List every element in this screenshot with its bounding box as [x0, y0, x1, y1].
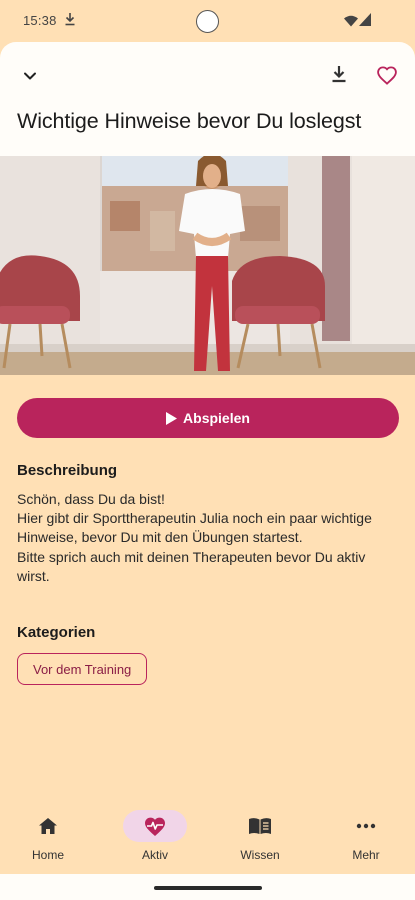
nav-item-aktiv[interactable]: Aktiv	[115, 804, 195, 874]
category-chip[interactable]: Vor dem Training	[17, 653, 148, 685]
nav-label-home: Home	[31, 848, 64, 862]
collapse-button[interactable]	[18, 64, 42, 88]
signal-icon	[359, 13, 371, 31]
description-text: Schön, dass Du da bist! Hier gibt dir Sp…	[17, 490, 392, 586]
download-icon	[332, 66, 346, 83]
categories-heading: Kategorien	[17, 624, 96, 641]
play-button-label: Abspielen	[183, 410, 250, 426]
nav-item-home[interactable]: Home	[8, 804, 88, 874]
camera-cutout	[196, 10, 219, 33]
video-thumbnail[interactable]	[0, 156, 415, 375]
home-icon	[16, 810, 80, 842]
nav-item-wissen[interactable]: Wissen	[220, 804, 300, 874]
page-title: Wichtige Hinweise bevor Du loslegst	[17, 109, 362, 133]
chevron-down-icon	[24, 72, 36, 80]
bottom-navigation: Home Aktiv Wissen Mehr	[0, 804, 415, 874]
wifi-icon	[344, 14, 358, 32]
favorite-button[interactable]	[374, 62, 400, 88]
description-line: Bitte sprich auch mit deinen Therapeuten…	[17, 548, 366, 584]
more-dots-icon	[334, 810, 398, 842]
description-heading: Beschreibung	[17, 462, 118, 479]
gesture-area	[0, 874, 415, 900]
nav-label-aktiv: Aktiv	[141, 848, 168, 862]
description-line: Hier gibt dir Sporttherapeutin Julia noc…	[17, 510, 372, 546]
video-scene-illustration	[0, 156, 415, 375]
description-line: Schön, dass Du da bist!	[17, 491, 165, 507]
exercise-detail-sheet: Wichtige Hinweise bevor Du loslegst Absp…	[0, 42, 415, 874]
heart-pulse-icon	[123, 810, 187, 842]
nav-label-mehr: Mehr	[352, 848, 380, 862]
book-icon	[228, 810, 292, 842]
heart-outline-icon	[377, 66, 397, 85]
play-button[interactable]: Abspielen	[17, 398, 399, 438]
status-time: 15:38	[23, 13, 57, 28]
nav-label-wissen: Wissen	[240, 848, 280, 862]
download-button[interactable]	[327, 62, 351, 86]
status-bar: 15:38	[0, 0, 415, 42]
download-status-icon	[64, 12, 76, 31]
gesture-handle[interactable]	[154, 886, 262, 890]
play-icon	[166, 411, 178, 425]
nav-item-mehr[interactable]: Mehr	[326, 804, 406, 874]
sheet-header: Wichtige Hinweise bevor Du loslegst	[0, 42, 415, 156]
